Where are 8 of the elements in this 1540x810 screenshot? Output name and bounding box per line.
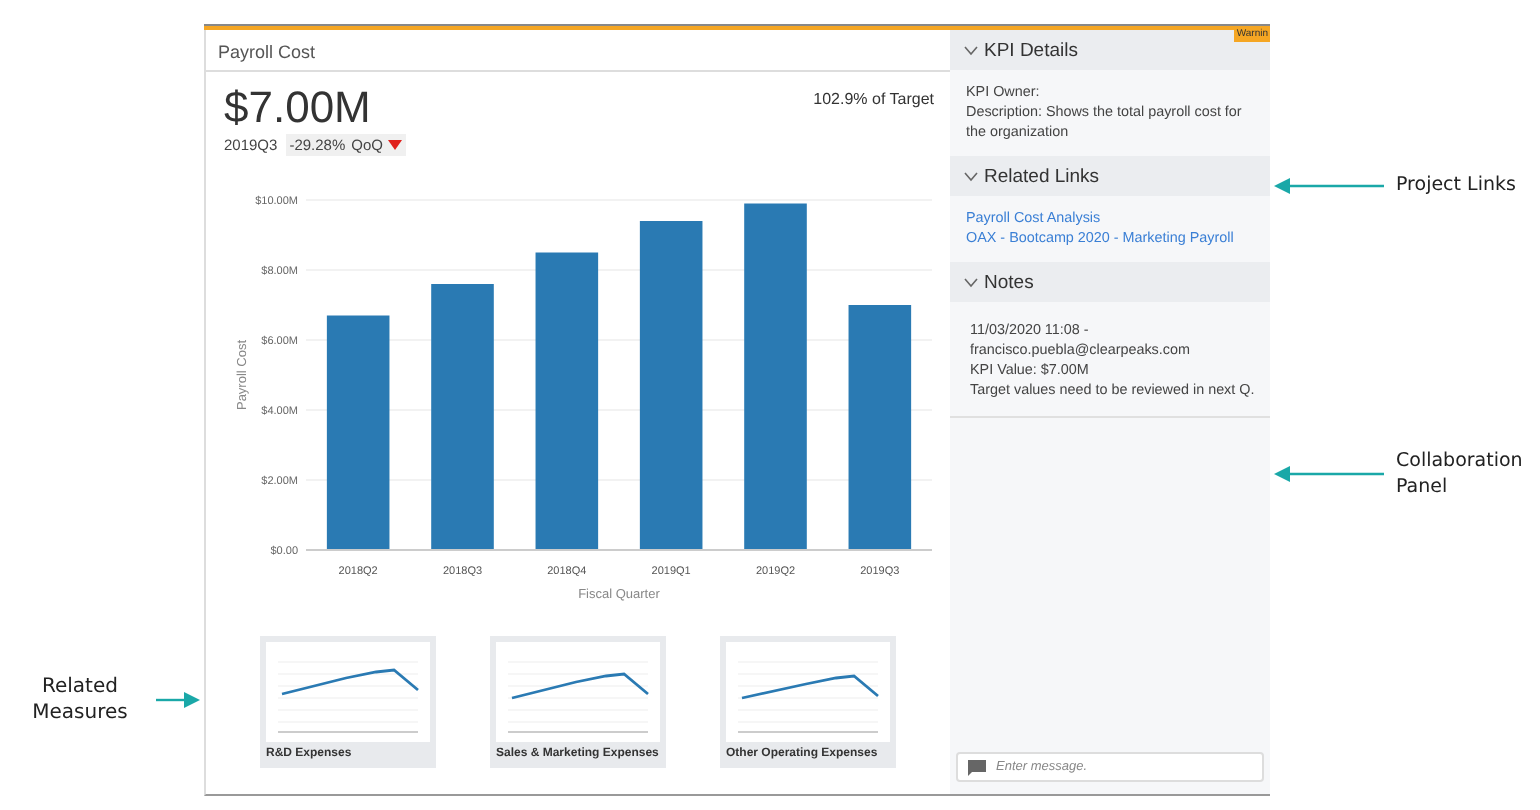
card-title: Payroll Cost bbox=[206, 30, 950, 72]
callout-label: Collaboration Panel bbox=[1396, 448, 1525, 500]
kpi-value: $7.00M bbox=[224, 84, 373, 132]
section-header[interactable]: Notes bbox=[950, 262, 1270, 302]
target-label: 102.9% of Target bbox=[813, 88, 934, 112]
section-header[interactable]: Related Links bbox=[950, 156, 1270, 196]
callout-label: Related Measures bbox=[30, 674, 130, 726]
callout-label: Project Links bbox=[1396, 172, 1518, 198]
